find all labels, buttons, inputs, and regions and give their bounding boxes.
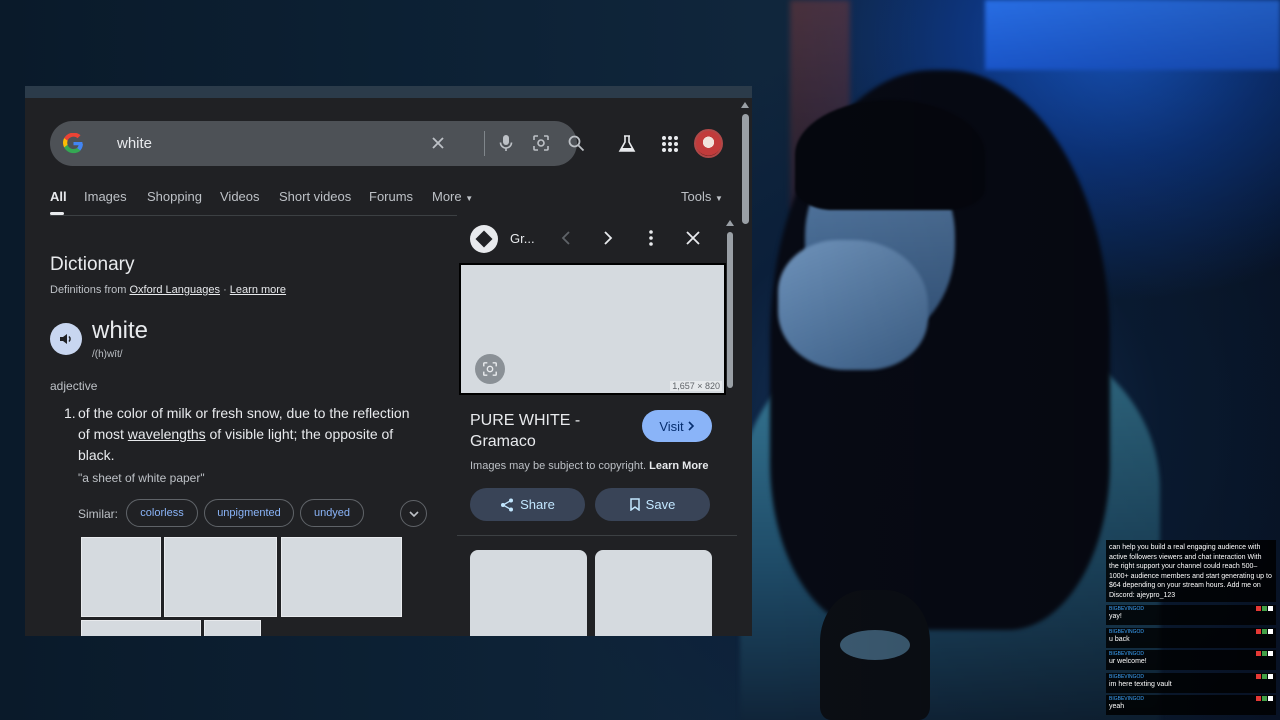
close-icon[interactable] — [682, 227, 704, 249]
speaker-icon — [60, 334, 71, 344]
chevron-right-icon[interactable] — [597, 227, 619, 249]
chevron-left-icon[interactable] — [555, 227, 577, 249]
source-site-name[interactable]: Gr... — [510, 231, 535, 246]
chat-message: BIGBEVINGOD yay! — [1106, 605, 1276, 625]
tab-forums[interactable]: Forums — [369, 189, 413, 204]
pronunciation-text: /(h)wīt/ — [92, 349, 123, 360]
chat-message: BIGBEVINGOD im here texting vault — [1106, 673, 1276, 693]
definition-number: 1. — [64, 405, 76, 421]
stream-chat-overlay: can help you build a real engaging audie… — [1106, 540, 1276, 718]
chevron-right-icon — [688, 421, 694, 431]
apps-grid-icon[interactable] — [658, 132, 682, 156]
browser-window: white All Images Shopping Videos Short v… — [25, 86, 752, 636]
part-of-speech: adjective — [50, 379, 98, 393]
searchbar-divider — [484, 131, 485, 156]
lens-icon — [483, 362, 497, 376]
chevron-down-icon — [408, 510, 419, 517]
chat-message: BIGBEVINGOD u back — [1106, 628, 1276, 648]
image-preview[interactable]: 1,657 × 820 — [459, 263, 726, 395]
labs-flask-icon[interactable] — [615, 132, 639, 156]
chat-badges — [1256, 696, 1273, 701]
viewer-divider — [457, 535, 737, 536]
visit-button[interactable]: Visit — [642, 410, 712, 442]
chat-badges — [1256, 606, 1273, 611]
similar-chip-undyed[interactable]: undyed — [300, 499, 364, 527]
chat-text: im here texting vault — [1109, 681, 1172, 688]
image-result-thumbnail[interactable] — [81, 537, 161, 617]
definition-example: "a sheet of white paper" — [78, 471, 205, 485]
image-viewer-panel: Gr... 1,657 × 820 PURE WHITE - Gramaco V… — [457, 213, 737, 636]
save-button[interactable]: Save — [595, 488, 710, 521]
search-bar[interactable]: white — [50, 121, 585, 166]
chat-username: BIGBEVINGOD — [1109, 629, 1145, 635]
chat-text: yeah — [1109, 703, 1125, 710]
similar-chip-colorless[interactable]: colorless — [126, 499, 198, 527]
tab-tools[interactable]: Tools ▼ — [681, 189, 723, 204]
chat-message: can help you build a real engaging audie… — [1106, 540, 1276, 602]
image-dimensions: 1,657 × 820 — [670, 381, 722, 391]
visual-search-button[interactable] — [475, 354, 505, 384]
related-image-thumbnail[interactable] — [470, 550, 587, 636]
tab-all[interactable]: All — [50, 189, 67, 204]
google-logo-icon — [63, 133, 83, 154]
image-result-thumbnail[interactable] — [204, 620, 261, 636]
chat-username: BIGBEVINGOD — [1109, 606, 1145, 612]
lens-icon[interactable] — [530, 132, 552, 154]
tab-images[interactable]: Images — [84, 189, 127, 204]
tab-videos[interactable]: Videos — [220, 189, 260, 204]
similar-label: Similar: — [78, 507, 119, 521]
dictionary-source: Definitions from Oxford Languages · Lear… — [50, 284, 287, 296]
chat-username: BIGBEVINGOD — [1109, 674, 1145, 680]
chat-text: ur welcome! — [1109, 658, 1147, 665]
chat-badges — [1256, 674, 1273, 679]
chevron-down-icon: ▼ — [465, 194, 474, 203]
copyright-notice: Images may be subject to copyright. Lear… — [470, 460, 709, 472]
chevron-down-icon: ▼ — [714, 194, 723, 203]
oxford-languages-link[interactable]: Oxford Languages — [129, 284, 220, 296]
more-vert-icon[interactable] — [640, 227, 662, 249]
pronunciation-speaker-button[interactable] — [50, 323, 82, 355]
search-icon[interactable] — [565, 132, 587, 154]
viewer-scrollbar[interactable] — [725, 218, 735, 636]
similar-chip-unpigmented[interactable]: unpigmented — [204, 499, 294, 527]
clear-icon[interactable] — [427, 132, 449, 154]
source-site-icon[interactable] — [470, 225, 498, 253]
microphone-icon[interactable] — [495, 132, 517, 154]
chat-badges — [1256, 651, 1273, 656]
chat-message: BIGBEVINGOD ur welcome! — [1106, 650, 1276, 670]
dictionary-word: white — [92, 317, 149, 344]
page-scrollbar[interactable] — [739, 100, 752, 636]
share-button[interactable]: Share — [470, 488, 585, 521]
wavelengths-link[interactable]: wavelengths — [128, 426, 206, 442]
chat-username: BIGBEVINGOD — [1109, 696, 1145, 702]
chat-badges — [1256, 629, 1273, 634]
image-result-thumbnail[interactable] — [81, 620, 201, 636]
account-avatar[interactable] — [694, 129, 723, 158]
related-image-thumbnail[interactable] — [595, 550, 712, 636]
tab-shopping[interactable]: Shopping — [147, 189, 202, 204]
image-result-thumbnail[interactable] — [164, 537, 277, 617]
image-result-thumbnail[interactable] — [281, 537, 402, 617]
chat-username: BIGBEVINGOD — [1109, 651, 1145, 657]
image-title[interactable]: PURE WHITE - Gramaco — [470, 410, 630, 452]
window-top-strip — [25, 86, 752, 98]
chat-text: yay! — [1109, 613, 1122, 620]
tab-short-videos[interactable]: Short videos — [279, 189, 351, 204]
copyright-learn-more-link[interactable]: Learn More — [649, 460, 708, 472]
expand-similar-button[interactable] — [400, 500, 427, 527]
share-icon — [501, 498, 514, 511]
tab-more[interactable]: More ▼ — [432, 189, 473, 204]
definition-text: of the color of milk or fresh snow, due … — [78, 405, 410, 463]
learn-more-link[interactable]: Learn more — [230, 284, 286, 296]
chat-message: BIGBEVINGOD yeah — [1106, 695, 1276, 715]
bookmark-icon — [629, 498, 640, 511]
chat-text: u back — [1109, 636, 1130, 643]
search-query[interactable]: white — [117, 135, 152, 152]
dictionary-title: Dictionary — [50, 254, 135, 275]
